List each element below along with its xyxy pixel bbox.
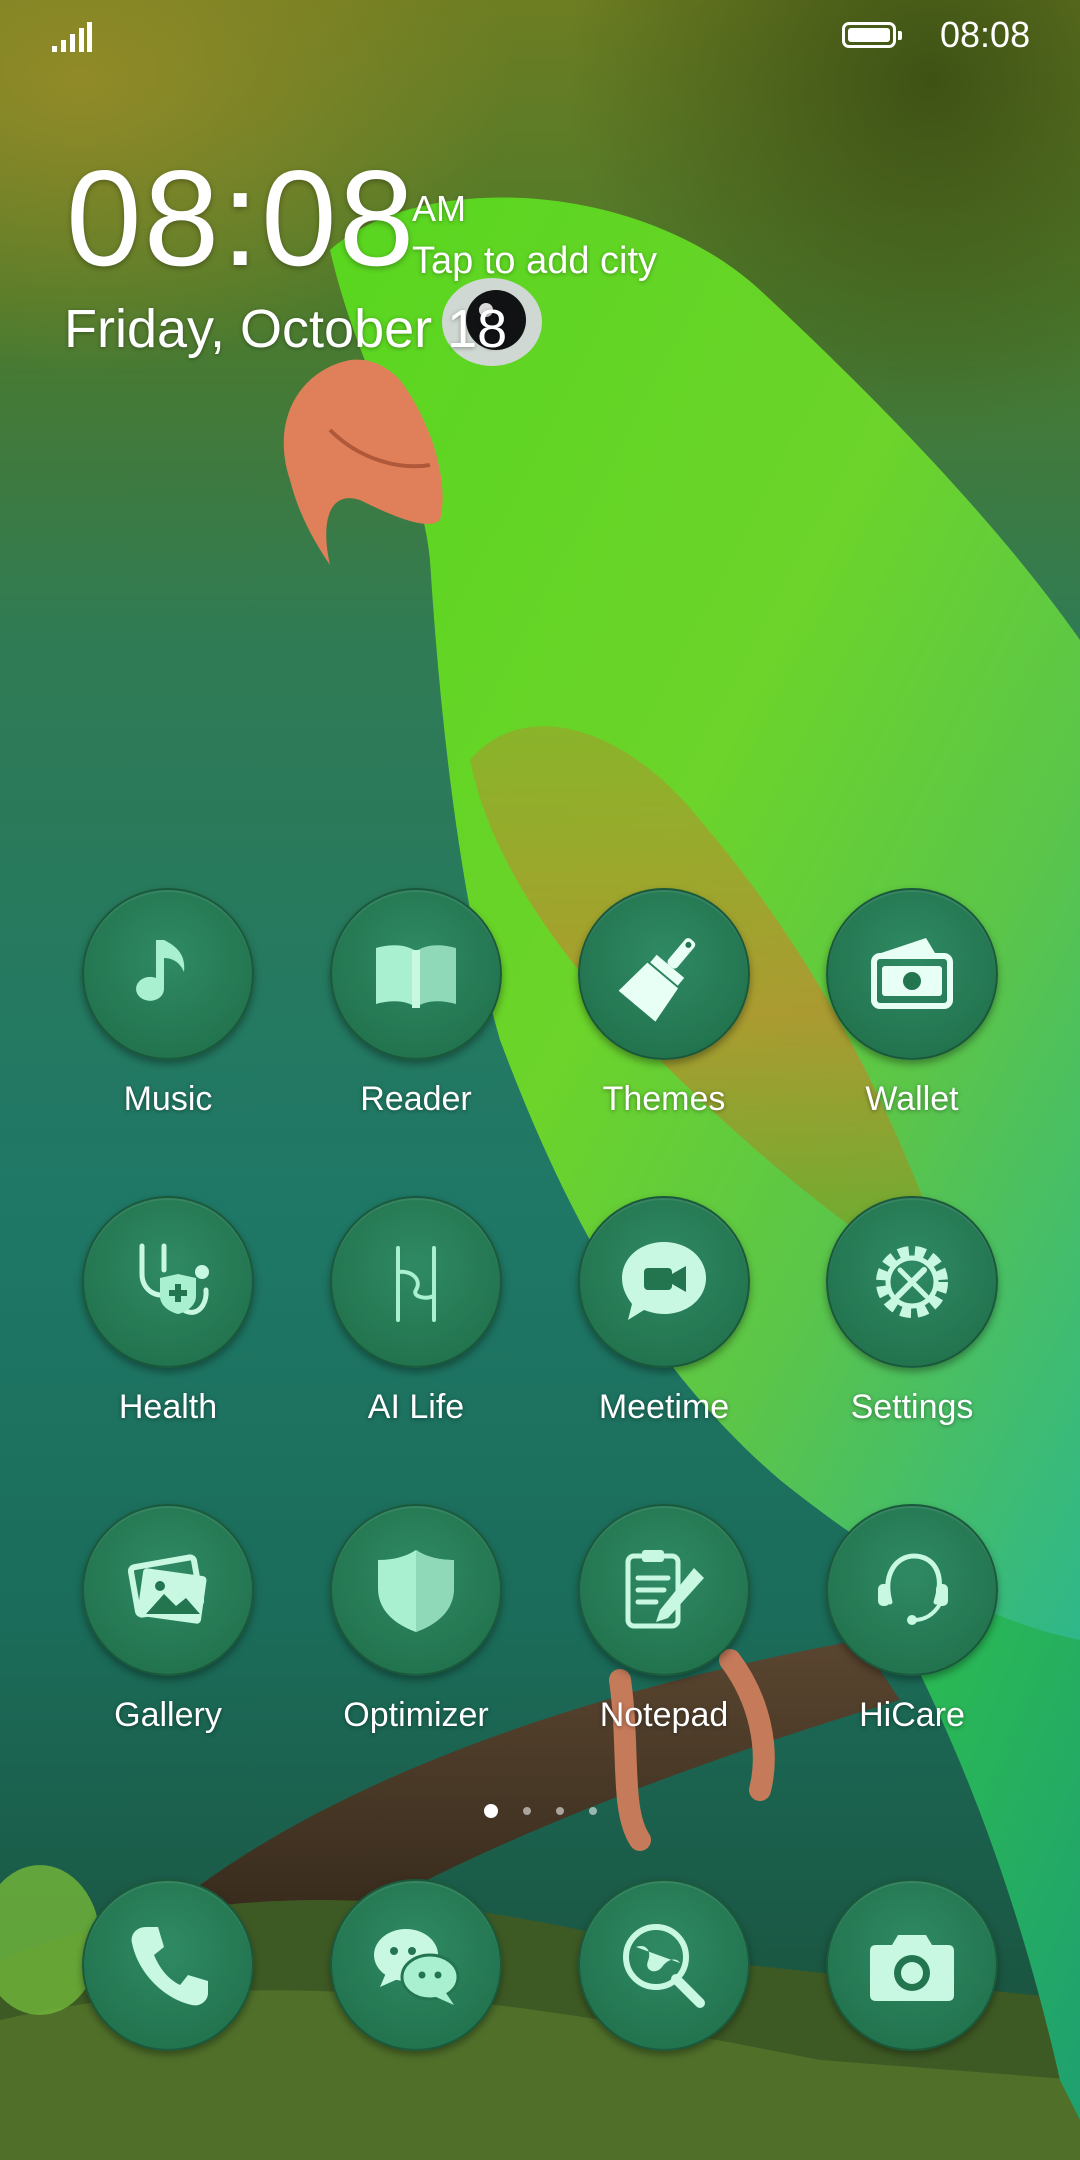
app-label: Optimizer (343, 1696, 489, 1734)
app-label: Music (123, 1080, 213, 1118)
app-icon-circle (826, 1196, 998, 1368)
page-dot[interactable] (523, 1807, 531, 1815)
notepad-icon (625, 1550, 704, 1629)
dock-browser[interactable] (544, 1879, 784, 2051)
status-time: 08:08 (940, 14, 1031, 55)
app-meetime[interactable]: Meetime (544, 1196, 784, 1427)
clock-date: Friday, October 18 (64, 299, 508, 359)
app-gallery[interactable]: Gallery (48, 1504, 288, 1735)
app-icon-circle (578, 1879, 750, 2051)
stethoscope-icon (139, 1243, 209, 1315)
app-icon-circle (330, 1504, 502, 1676)
clock-time: 08:08 (66, 142, 417, 294)
app-icon-circle (82, 1504, 254, 1676)
app-label: Gallery (114, 1696, 222, 1734)
clock-ampm: AM (412, 188, 466, 229)
battery-icon (842, 22, 902, 48)
page-dot-active[interactable] (484, 1804, 498, 1818)
app-icon-circle (578, 1504, 750, 1676)
app-label: Wallet (865, 1080, 959, 1118)
app-icon-circle (578, 1196, 750, 1368)
add-city-link[interactable]: Tap to add city (412, 240, 657, 283)
app-label: Settings (850, 1388, 974, 1426)
dock-phone[interactable] (48, 1879, 288, 2051)
app-icon-circle (82, 1879, 254, 2051)
app-music[interactable]: Music (48, 888, 288, 1119)
app-settings[interactable]: Settings (792, 1196, 1032, 1427)
camera-icon (870, 1935, 954, 2001)
app-icon-circle (82, 1196, 254, 1368)
signal-icon (52, 22, 92, 52)
status-bar: 08:08 (0, 0, 1080, 72)
app-icon-circle (578, 888, 750, 1060)
chat-bubbles-icon (374, 1929, 460, 2005)
app-icon-circle (330, 1196, 502, 1368)
dock-camera[interactable] (792, 1879, 1032, 2051)
app-label: Health (118, 1388, 218, 1426)
video-chat-icon (622, 1242, 706, 1320)
app-label: HiCare (859, 1696, 965, 1734)
app-icon-circle (330, 1879, 502, 2051)
app-label: AI Life (367, 1388, 465, 1426)
dock-messages[interactable] (296, 1879, 536, 2051)
app-icon-circle (826, 888, 998, 1060)
ai-life-icon (396, 1246, 436, 1322)
app-icon-circle (330, 888, 502, 1060)
app-wallet[interactable]: Wallet (792, 888, 1032, 1119)
shield-icon (378, 1550, 454, 1632)
wallet-icon (871, 938, 953, 1009)
gear-icon (876, 1246, 948, 1318)
app-health[interactable]: Health (48, 1196, 288, 1427)
paintbrush-icon (618, 938, 696, 1022)
globe-search-icon (623, 1924, 705, 2008)
app-optimizer[interactable]: Optimizer (296, 1504, 536, 1735)
app-themes[interactable]: Themes (544, 888, 784, 1119)
app-icon-circle (826, 1879, 998, 2051)
page-dot[interactable] (589, 1807, 597, 1815)
headset-icon (878, 1553, 948, 1625)
music-note-icon (136, 940, 185, 1001)
phone-icon (131, 1927, 208, 2006)
app-label: Reader (360, 1080, 472, 1118)
app-label: Themes (602, 1080, 726, 1118)
book-icon (376, 945, 456, 1008)
app-label: Notepad (599, 1696, 729, 1734)
app-notepad[interactable]: Notepad (544, 1504, 784, 1735)
app-icon-circle (82, 888, 254, 1060)
page-dot[interactable] (556, 1807, 564, 1815)
app-hicare[interactable]: HiCare (792, 1504, 1032, 1735)
app-label: Meetime (598, 1388, 730, 1426)
app-icon-circle (826, 1504, 998, 1676)
page-indicator[interactable] (484, 1803, 604, 1821)
app-ai-life[interactable]: AI Life (296, 1196, 536, 1427)
app-reader[interactable]: Reader (296, 888, 536, 1119)
photos-icon (127, 1554, 207, 1624)
